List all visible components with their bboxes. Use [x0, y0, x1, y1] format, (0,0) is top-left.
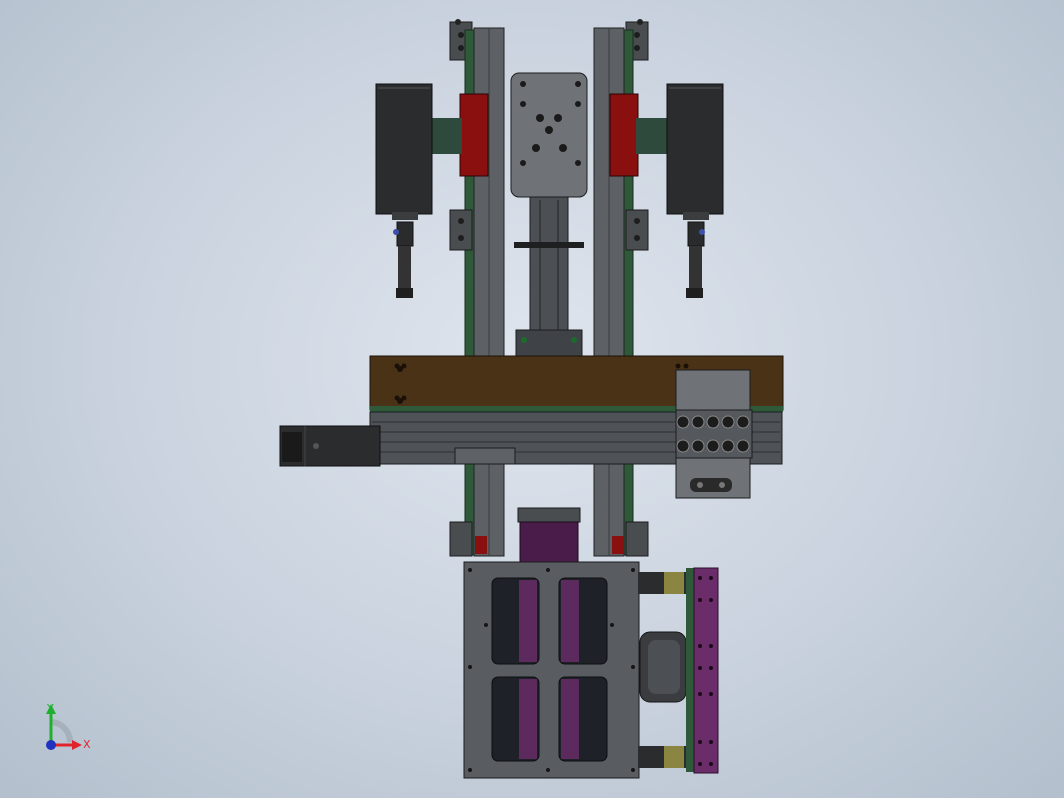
mid-right-bracket	[625, 209, 649, 251]
upper-assembly[interactable]	[375, 19, 724, 557]
left-red-block	[459, 93, 489, 177]
cad-viewport[interactable]: Y X	[0, 0, 1064, 798]
gripper-plate-assembly[interactable]	[463, 561, 719, 779]
horizontal-module[interactable]	[279, 355, 784, 499]
center-carriage-plate	[510, 72, 588, 198]
left-motor	[375, 83, 433, 215]
triad-x-label: X	[83, 738, 91, 751]
orientation-triad[interactable]: Y X	[46, 702, 91, 751]
left-cylinder	[392, 212, 418, 298]
gripper-frame	[463, 561, 640, 779]
right-red-block	[609, 93, 639, 177]
left-green-mount	[432, 118, 462, 154]
mid-left-bracket	[449, 209, 473, 251]
center-crossbar	[514, 242, 584, 248]
purple-side-plate	[693, 567, 719, 774]
right-cylinder	[683, 212, 709, 298]
right-green-mount	[636, 118, 668, 154]
right-motor	[666, 83, 724, 215]
bottom-left-bracket	[449, 521, 473, 557]
triad-arc-icon	[49, 719, 73, 743]
purple-connector-block	[519, 521, 579, 563]
triad-y-label: Y	[46, 702, 54, 715]
triad-z-axis	[46, 740, 56, 750]
bottom-right-bracket	[625, 521, 649, 557]
